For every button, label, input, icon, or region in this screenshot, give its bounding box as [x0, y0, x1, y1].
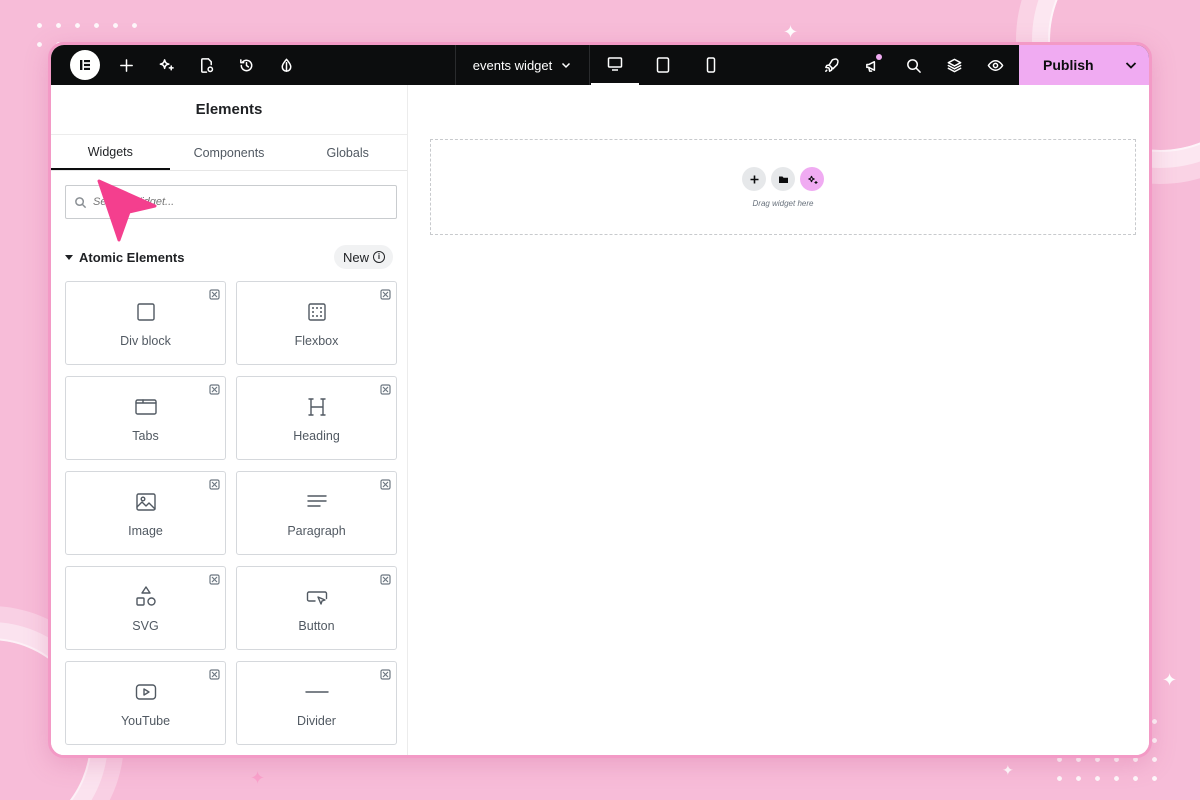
widget-card-tabs[interactable]: Tabs: [65, 376, 226, 460]
drop-zone-text: Drag widget here: [752, 199, 814, 208]
template-folder-icon[interactable]: [771, 167, 795, 191]
add-element-icon[interactable]: [106, 45, 146, 85]
search-icon[interactable]: [893, 45, 934, 85]
widget-label: Tabs: [132, 429, 159, 443]
sparkle-icon: ✦: [250, 768, 266, 788]
drop-zone[interactable]: Drag widget here: [430, 139, 1136, 235]
youtube-icon: [134, 680, 158, 704]
atomic-badge-icon: [209, 382, 220, 395]
div-block-icon: [134, 300, 158, 324]
editor-window: events widget Publish Elements Widgets C…: [48, 42, 1152, 758]
tab-globals[interactable]: Globals: [288, 135, 407, 170]
widget-card-heading[interactable]: Heading: [236, 376, 397, 460]
atomic-badge-icon: [209, 572, 220, 585]
rocket-icon[interactable]: [811, 45, 852, 85]
atomic-badge-icon: [209, 667, 220, 680]
image-icon: [134, 490, 158, 514]
site-settings-icon[interactable]: [266, 45, 306, 85]
new-badge-label: New: [342, 249, 369, 265]
tablet-icon[interactable]: [639, 45, 687, 85]
widget-label: Divider: [297, 714, 336, 728]
widget-card-button[interactable]: Button: [236, 566, 397, 650]
atomic-badge-icon: [380, 477, 391, 490]
widget-label: YouTube: [120, 714, 171, 728]
panel-tabs: Widgets Components Globals: [51, 135, 407, 171]
ai-generate-icon[interactable]: [800, 167, 824, 191]
heading-icon: [305, 395, 329, 419]
widget-card-image[interactable]: Image: [65, 471, 226, 555]
publish-group: Publish: [1019, 45, 1149, 85]
structure-layers-icon[interactable]: [934, 45, 975, 85]
widget-card-div-block[interactable]: Div block: [65, 281, 226, 365]
caret-down-icon: [65, 254, 73, 260]
pointer-cursor-icon: [97, 179, 157, 242]
widget-card-paragraph[interactable]: Paragraph: [236, 471, 397, 555]
editor-canvas: Drag widget here: [408, 85, 1149, 755]
widget-card-flexbox[interactable]: Flexbox: [236, 281, 397, 365]
widget-label: Image: [128, 524, 163, 538]
top-bar: events widget Publish: [51, 45, 1149, 85]
drop-zone-actions: [742, 167, 824, 191]
sparkle-icon: ✦: [1162, 670, 1178, 690]
chevron-down-icon: [562, 62, 571, 69]
tabs-icon: [134, 395, 158, 419]
sparkle-icon: ✦: [1002, 762, 1014, 778]
flexbox-icon: [305, 300, 329, 324]
atomic-badge-icon: [209, 477, 220, 490]
tab-widgets[interactable]: Widgets: [51, 135, 170, 170]
right-toolbar: [811, 45, 1016, 85]
atomic-badge-icon: [380, 667, 391, 680]
widget-label: Flexbox: [294, 334, 339, 348]
document-title-dropdown[interactable]: events widget: [455, 45, 590, 85]
button-cursor-icon: [305, 585, 329, 609]
widget-card-youtube[interactable]: YouTube: [65, 661, 226, 745]
widget-label: SVG: [132, 619, 159, 633]
document-title: events widget: [472, 57, 553, 73]
search-icon: [75, 196, 87, 208]
widget-label: Div block: [120, 334, 171, 348]
atomic-badge-icon: [380, 287, 391, 300]
notifications-icon[interactable]: [852, 45, 893, 85]
atomic-badge-icon: [380, 572, 391, 585]
preview-eye-icon[interactable]: [975, 45, 1016, 85]
desktop-icon[interactable]: [591, 45, 639, 85]
ai-sparkle-icon[interactable]: [146, 45, 186, 85]
widget-label: Button: [298, 619, 335, 633]
notification-dot: [876, 54, 882, 60]
publish-options-chevron-icon[interactable]: [1113, 45, 1149, 85]
add-section-icon[interactable]: [742, 167, 766, 191]
paragraph-icon: [305, 490, 329, 514]
divider-icon: [304, 680, 329, 704]
tab-components[interactable]: Components: [170, 135, 289, 170]
widget-card-divider[interactable]: Divider: [236, 661, 397, 745]
widget-label: Paragraph: [287, 524, 346, 538]
section-toggle[interactable]: Atomic Elements: [65, 250, 184, 265]
publish-button[interactable]: Publish: [1043, 57, 1113, 73]
panel-title: Elements: [51, 85, 407, 135]
mobile-icon[interactable]: [687, 45, 735, 85]
section-title: Atomic Elements: [79, 249, 185, 265]
widget-label: Heading: [293, 429, 340, 443]
svg-shapes-icon: [134, 585, 158, 609]
section-header: Atomic Elements New i: [65, 245, 393, 269]
page-settings-icon[interactable]: [186, 45, 226, 85]
atomic-badge-icon: [209, 287, 220, 300]
responsive-mode-switcher: [591, 45, 735, 85]
new-badge[interactable]: New i: [333, 245, 393, 269]
sparkle-icon: ✦: [783, 22, 799, 42]
info-icon: i: [373, 251, 385, 263]
widget-card-svg[interactable]: SVG: [65, 566, 226, 650]
atomic-badge-icon: [380, 382, 391, 395]
history-icon[interactable]: [226, 45, 266, 85]
widget-grid: Div block Flexbox Tabs Heading Image Par…: [65, 281, 407, 745]
elementor-logo-icon[interactable]: [70, 50, 100, 80]
